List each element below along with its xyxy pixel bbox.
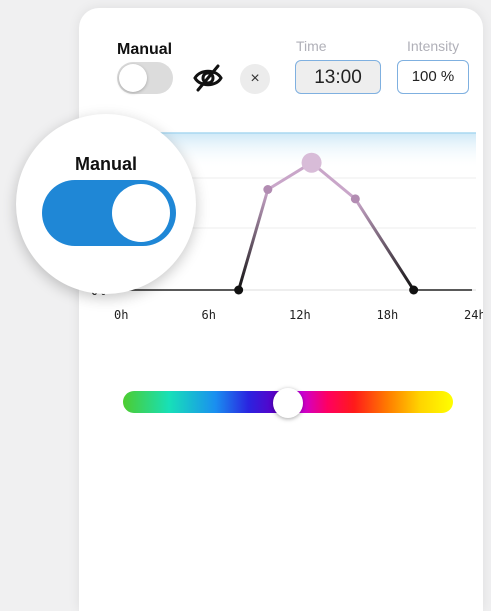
chart-point[interactable] (234, 285, 244, 295)
chart-point[interactable] (263, 185, 273, 194)
chart-point-selected[interactable] (301, 152, 322, 173)
x-tick-label: 12h (289, 308, 311, 322)
chart-segment (237, 189, 270, 291)
x-tick-label: 0h (114, 308, 128, 322)
chart-segment (354, 198, 415, 291)
chart-point[interactable] (409, 285, 419, 295)
zoom-manual-label: Manual (74, 154, 137, 174)
color-slider-thumb[interactable] (273, 388, 303, 418)
x-tick-label: 18h (377, 308, 399, 322)
zoom-manual-toggle[interactable] (42, 180, 176, 246)
chart-point[interactable] (350, 194, 360, 204)
lighting-schedule-card: Manual × Time Intensity 13:00 100 % 0h 6h… (79, 8, 483, 611)
zoom-callout: Manual (16, 114, 196, 294)
zoom-toggle-knob (112, 184, 170, 242)
x-tick-label: 6h (202, 308, 216, 322)
x-tick-label: 24h (464, 308, 483, 322)
